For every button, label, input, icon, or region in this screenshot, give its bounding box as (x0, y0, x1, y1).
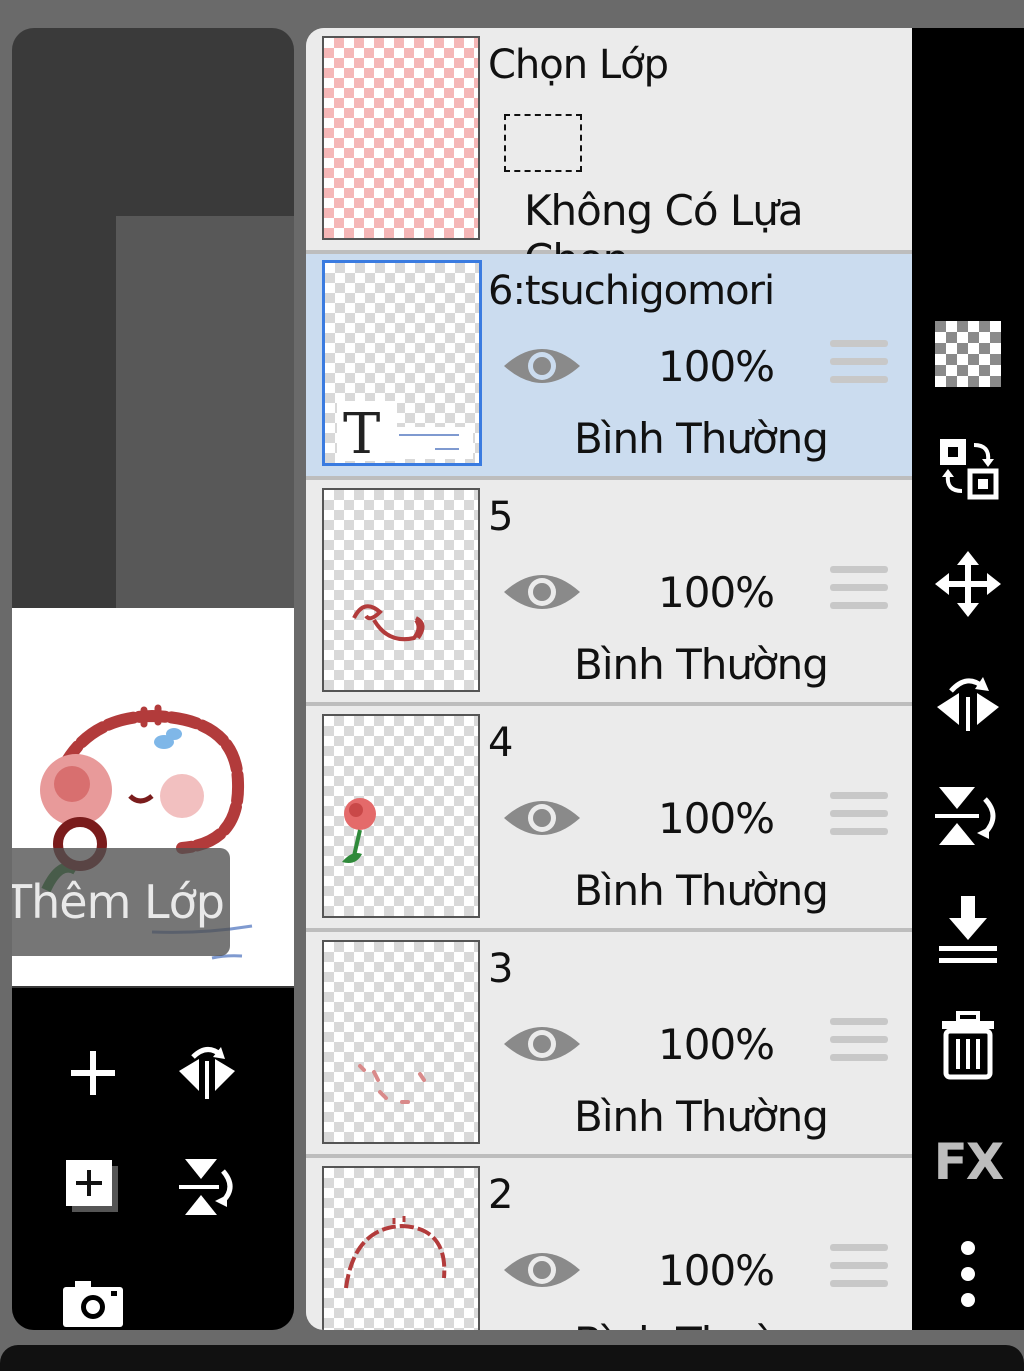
app-frame: Thêm Lớp Chọn Lớp Không Có Lựa Chọn T 6:… (0, 0, 1024, 1371)
move-icon[interactable] (932, 548, 1004, 620)
more-icon[interactable] (932, 1238, 1004, 1310)
drag-handle-icon[interactable] (830, 340, 888, 394)
layer-blend-mode[interactable]: Bình Thường (574, 1092, 829, 1141)
layer-thumbnail (322, 714, 480, 918)
eye-icon[interactable] (502, 1244, 582, 1300)
flip-vertical-icon[interactable] (932, 780, 1004, 852)
layer-thumbnail: T (322, 260, 482, 466)
layer-name: 6:tsuchigomori (488, 268, 775, 314)
layer-blend-mode[interactable]: Bình Thường (574, 414, 829, 463)
trash-icon[interactable] (932, 1010, 1004, 1082)
layer-row[interactable]: 4 100% Bình Thường (306, 706, 912, 928)
layer-thumbnail (322, 940, 480, 1144)
left-toolbar (12, 988, 294, 1330)
layer-thumbnail (322, 488, 480, 692)
text-layer-glyph: T (343, 402, 380, 463)
layer-opacity[interactable]: 100% (658, 794, 775, 843)
layer-row[interactable]: 5 100% Bình Thường (306, 480, 912, 702)
drag-handle-icon[interactable] (830, 1018, 888, 1072)
transparency-icon[interactable] (932, 318, 1004, 390)
flip-vertical-icon[interactable] (172, 1152, 242, 1222)
layer-row[interactable]: T 6:tsuchigomori 100% Bình Thường (306, 254, 912, 476)
add-layer-tooltip: Thêm Lớp (12, 848, 230, 956)
layer-opacity[interactable]: 100% (658, 342, 775, 391)
selection-layer-thumbnail (322, 36, 480, 240)
fx-label: FX (933, 1133, 1005, 1191)
layer-opacity[interactable]: 100% (658, 1246, 775, 1295)
eye-icon[interactable] (502, 792, 582, 848)
drag-handle-icon[interactable] (830, 1244, 888, 1298)
layer-name: 3 (488, 946, 513, 992)
eye-icon[interactable] (502, 1018, 582, 1074)
layer-row[interactable]: 2 100% Bình Thường (306, 1158, 912, 1330)
layer-row[interactable]: 3 100% Bình Thường (306, 932, 912, 1154)
layer-list[interactable]: Chọn Lớp Không Có Lựa Chọn T 6:tsuchigom… (306, 28, 912, 1330)
eye-icon[interactable] (502, 340, 582, 396)
fx-button[interactable]: FX (932, 1126, 1005, 1198)
drag-handle-icon[interactable] (830, 566, 888, 620)
layer-opacity[interactable]: 100% (658, 1020, 775, 1069)
swap-layer-icon[interactable] (932, 432, 1004, 504)
layer-opacity[interactable]: 100% (658, 568, 775, 617)
layer-name: 5 (488, 494, 513, 540)
camera-icon[interactable] (58, 1268, 128, 1330)
selection-marquee-icon (504, 114, 582, 172)
right-toolbar: FX (912, 28, 1024, 1330)
layer-name: 4 (488, 720, 513, 766)
merge-down-icon[interactable] (932, 894, 1004, 966)
selection-layer-title: Chọn Lớp (488, 42, 669, 88)
flip-horizontal-icon[interactable] (172, 1038, 242, 1108)
layer-thumbnail (322, 1166, 480, 1330)
layer-name: 2 (488, 1172, 513, 1218)
layer-blend-mode[interactable]: Bình Thường (574, 640, 829, 689)
flip-horizontal-icon[interactable] (932, 664, 1004, 736)
canvas-background (116, 216, 294, 636)
layer-blend-mode[interactable]: Bình Thường (574, 866, 829, 915)
add-layer-copy-icon[interactable] (58, 1152, 128, 1222)
drag-handle-icon[interactable] (830, 792, 888, 846)
selection-layer[interactable]: Chọn Lớp Không Có Lựa Chọn (306, 28, 912, 284)
bottom-bar (0, 1345, 1024, 1371)
eye-icon[interactable] (502, 566, 582, 622)
left-panel: Thêm Lớp (12, 28, 294, 1330)
add-layer-icon[interactable] (58, 1038, 128, 1108)
layer-blend-mode[interactable]: Bình Thường (574, 1318, 829, 1330)
